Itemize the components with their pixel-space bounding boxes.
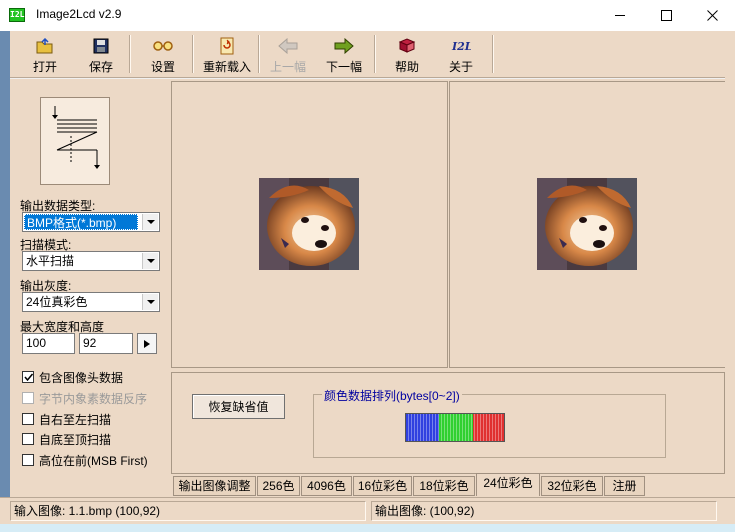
color-order-group: 颜色数据排列(bytes[0~2]) <box>313 387 666 458</box>
tab-4096-color[interactable]: 4096色 <box>301 476 352 496</box>
scan-direction-diagram <box>40 97 110 185</box>
svg-text:I2L: I2L <box>451 40 471 53</box>
reload-label: 重新载入 <box>202 60 251 74</box>
right-to-left-checkbox[interactable]: 自右至左扫描 <box>22 411 111 427</box>
output-dog-image <box>537 178 637 270</box>
arrow-left-icon <box>278 36 298 56</box>
floppy-disk-icon <box>91 36 111 56</box>
tab-output-adjust[interactable]: 输出图像调整 <box>173 476 256 496</box>
maximize-button[interactable] <box>643 0 689 31</box>
tab-24bit-color[interactable]: 24位彩色 <box>476 473 540 496</box>
msb-first-label: 高位在前(MSB First) <box>39 453 148 468</box>
toolbar-separator <box>192 35 194 73</box>
save-button[interactable]: 保存 <box>84 33 118 75</box>
tab-16bit-color[interactable]: 16位彩色 <box>353 476 412 496</box>
tab-18bit-color[interactable]: 18位彩色 <box>413 476 475 496</box>
scan-mode-value: 水平扫描 <box>26 254 75 268</box>
open-button[interactable]: 打开 <box>28 33 62 75</box>
about-label: 关于 <box>448 60 473 74</box>
maximize-icon <box>660 10 672 21</box>
prev-image-label: 上一幅 <box>269 60 306 74</box>
next-image-button[interactable]: 下一幅 <box>324 33 364 75</box>
help-book-icon <box>397 36 417 56</box>
bottom-to-top-checkbox[interactable]: 自底至顶扫描 <box>22 431 111 447</box>
gray-level-value: 24位真彩色 <box>26 295 88 309</box>
output-image-preview <box>449 81 726 368</box>
toolbar-separator <box>374 35 376 73</box>
about-button[interactable]: I2L 关于 <box>444 33 478 75</box>
reload-button[interactable]: 重新载入 <box>200 33 254 75</box>
chevron-down-icon[interactable] <box>142 214 158 230</box>
open-folder-icon <box>35 36 55 56</box>
window-right-edge <box>725 31 735 497</box>
chevron-down-icon[interactable] <box>142 253 158 269</box>
tab-256-color[interactable]: 256色 <box>257 476 300 496</box>
checkbox-box[interactable] <box>22 433 34 445</box>
toolbar-separator <box>129 35 131 73</box>
desktop-strip <box>0 31 10 501</box>
include-header-label: 包含图像头数据 <box>39 370 124 385</box>
settings-label: 设置 <box>150 60 175 74</box>
check-mark-icon <box>23 373 33 381</box>
status-bar: 输入图像: 1.1.bmp (100,92) 输出图像: (100,92) <box>0 497 735 524</box>
output-image-status: 输出图像: (100,92) <box>371 501 717 521</box>
next-image-label: 下一幅 <box>325 60 362 74</box>
input-image-status: 输入图像: 1.1.bmp (100,92) <box>10 501 366 521</box>
reverse-pixel-label: 字节内象素数据反序 <box>39 391 148 406</box>
reload-icon <box>217 36 237 56</box>
gray-level-select[interactable]: 24位真彩色 <box>22 292 160 312</box>
scan-mode-select[interactable]: 水平扫描 <box>22 251 160 271</box>
settings-button[interactable]: 设置 <box>146 33 180 75</box>
tab-strip: 输出图像调整 256色 4096色 16位彩色 18位彩色 24位彩色 32位彩… <box>171 473 725 497</box>
apply-size-button[interactable] <box>137 333 157 354</box>
max-height-input[interactable]: 92 <box>79 333 133 354</box>
include-header-checkbox[interactable]: 包含图像头数据 <box>22 369 123 385</box>
minimize-icon <box>614 15 625 16</box>
title-bar[interactable]: I2L Image2Lcd v2.9 <box>0 0 735 31</box>
color-options-panel: 恢复缺省值 颜色数据排列(bytes[0~2]) <box>171 372 725 474</box>
input-dog-image <box>259 178 359 270</box>
color-order-swatch[interactable] <box>405 413 505 442</box>
checkbox-box[interactable] <box>22 371 34 383</box>
window-title: Image2Lcd v2.9 <box>36 7 122 21</box>
toolbar-separator <box>492 35 494 73</box>
bottom-to-top-label: 自底至顶扫描 <box>39 432 112 447</box>
app-logo-icon: I2L <box>9 8 25 22</box>
help-button[interactable]: 帮助 <box>390 33 424 75</box>
output-type-value: BMP格式(*.bmp) <box>24 214 138 230</box>
app-window: I2L Image2Lcd v2.9 打开 保存 设置 重新载入 上一幅 下一幅… <box>0 0 735 532</box>
output-type-select[interactable]: BMP格式(*.bmp) <box>22 212 160 232</box>
open-label: 打开 <box>32 60 57 74</box>
about-logo-icon: I2L <box>451 36 471 56</box>
checkbox-box[interactable] <box>22 413 34 425</box>
toolbar: 打开 保存 设置 重新载入 上一幅 下一幅 帮助 I2L 关于 <box>10 31 725 78</box>
input-image-preview <box>171 81 448 368</box>
checkbox-box[interactable] <box>22 454 34 466</box>
play-arrow-icon <box>144 339 150 348</box>
main-area: 输出数据类型: BMP格式(*.bmp) 扫描模式: 水平扫描 输出灰度: 24… <box>10 79 726 497</box>
close-icon <box>706 10 718 21</box>
glasses-icon <box>153 36 173 56</box>
max-width-input[interactable]: 100 <box>22 333 75 354</box>
color-order-title: 颜色数据排列(bytes[0~2]) <box>322 387 462 404</box>
tab-32bit-color[interactable]: 32位彩色 <box>541 476 603 496</box>
chevron-down-icon[interactable] <box>142 294 158 310</box>
minimize-button[interactable] <box>597 0 643 31</box>
toolbar-separator <box>258 35 260 73</box>
reverse-pixel-checkbox[interactable]: 字节内象素数据反序 <box>22 390 147 406</box>
msb-first-checkbox[interactable]: 高位在前(MSB First) <box>22 452 148 468</box>
desktop-background <box>0 524 735 532</box>
arrow-right-icon <box>334 36 354 56</box>
settings-panel: 输出数据类型: BMP格式(*.bmp) 扫描模式: 水平扫描 输出灰度: 24… <box>10 79 170 497</box>
prev-image-button[interactable]: 上一幅 <box>268 33 308 75</box>
tab-register[interactable]: 注册 <box>604 476 645 496</box>
help-label: 帮助 <box>394 60 419 74</box>
right-to-left-label: 自右至左扫描 <box>39 412 112 427</box>
restore-defaults-button[interactable]: 恢复缺省值 <box>192 394 285 419</box>
close-button[interactable] <box>689 0 735 31</box>
save-label: 保存 <box>88 60 113 74</box>
checkbox-box[interactable] <box>22 392 34 404</box>
